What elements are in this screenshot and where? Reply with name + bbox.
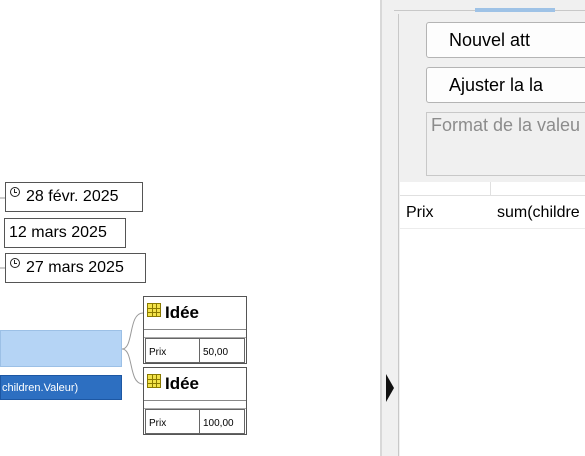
active-tab-indicator[interactable]	[475, 8, 555, 12]
root-node-body[interactable]	[0, 330, 122, 367]
date-node-2[interactable]: 12 mars 2025	[4, 218, 126, 248]
table-icon	[147, 303, 161, 317]
column-separator[interactable]	[490, 182, 491, 195]
date-label: 12 mars 2025	[9, 224, 107, 241]
attributes-table[interactable]: Prix sum(childre	[400, 182, 585, 456]
attribute-value-cell[interactable]: sum(childre	[497, 204, 580, 222]
idea-attribute-row: Prix 100,00	[145, 409, 245, 434]
idea-title: Idée	[165, 374, 200, 393]
mind-map-canvas[interactable]: 28 févr. 2025 12 mars 2025 27 mars 2025 …	[0, 0, 380, 456]
button-label: Ajuster la la	[449, 75, 544, 95]
collapse-panel-arrow-icon[interactable]	[386, 374, 394, 402]
idea-attribute-row: Prix 50,00	[145, 338, 245, 363]
date-node-1[interactable]: 28 févr. 2025	[5, 182, 143, 212]
button-label: Nouvel att	[449, 30, 531, 50]
idea-node-2[interactable]: Idée Prix 100,00	[143, 367, 247, 435]
formula-text: children.Valeur)	[2, 382, 79, 394]
new-attribute-button[interactable]: Nouvel att	[426, 22, 585, 58]
attribute-value: 50,00	[203, 347, 229, 358]
attribute-name-cell[interactable]: Prix	[406, 204, 434, 222]
date-label: 28 févr. 2025	[26, 188, 119, 205]
value-format-field[interactable]: Format de la valeu	[426, 112, 585, 176]
attribute-name: Prix	[146, 410, 200, 433]
idea-title: Idée	[165, 303, 200, 322]
table-icon	[147, 374, 161, 388]
date-label: 27 mars 2025	[26, 259, 124, 276]
adjust-button[interactable]: Ajuster la la	[426, 67, 585, 103]
attributes-panel: Nouvel att Ajuster la la Format de la va…	[382, 0, 585, 456]
root-node[interactable]: children.Valeur)	[0, 330, 122, 400]
idea-node-1[interactable]: Idée Prix 50,00	[143, 296, 247, 364]
clock-icon	[10, 187, 20, 197]
attribute-value: 100,00	[203, 418, 234, 429]
table-row[interactable]: Prix sum(childre	[400, 196, 585, 229]
attribute-name: Prix	[146, 339, 200, 362]
date-node-3[interactable]: 27 mars 2025	[5, 253, 146, 283]
table-header	[400, 182, 585, 196]
format-placeholder: Format de la valeu	[431, 115, 581, 135]
clock-icon	[10, 258, 20, 268]
root-formula-bar[interactable]: children.Valeur)	[0, 375, 122, 400]
